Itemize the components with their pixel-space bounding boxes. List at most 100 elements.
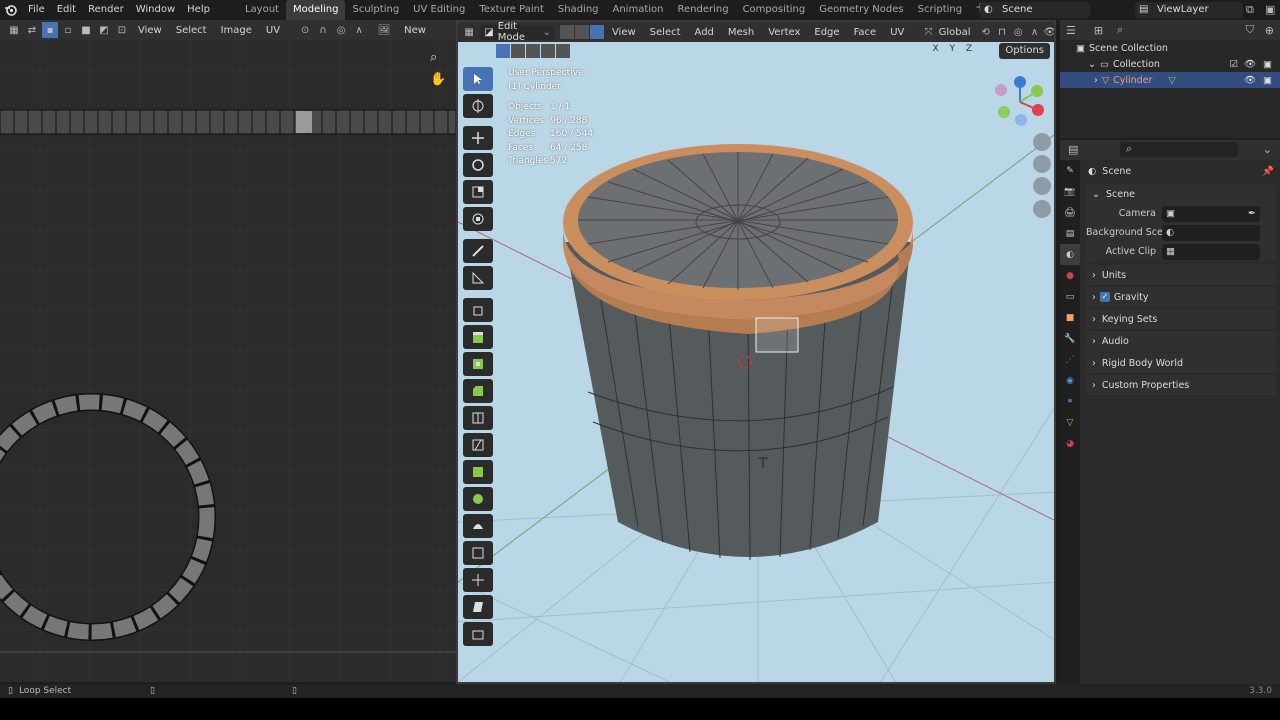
select-new-icon[interactable] bbox=[496, 44, 510, 58]
add-cube-tool-icon[interactable] bbox=[463, 298, 493, 322]
scale-tool-icon[interactable] bbox=[463, 180, 493, 204]
properties-editor[interactable]: ▤ ⌕ ⌄ ✎ 📷 🖨 ▤ ◐ ● ▭ ■ 🔧 ⋰ ◉ ⚭ ▽ ◕ ◐ Scen… bbox=[1060, 140, 1280, 684]
extrude-region-tool-icon[interactable] bbox=[463, 325, 493, 349]
mirror-axis-toggles[interactable]: X Y Z bbox=[932, 44, 976, 54]
vp-menu-edge[interactable]: Edge bbox=[807, 27, 846, 38]
tab-geometry-nodes[interactable]: Geometry Nodes bbox=[812, 0, 910, 20]
menu-edit[interactable]: Edit bbox=[51, 0, 82, 20]
uv-island-select-icon[interactable]: ◩ bbox=[96, 22, 112, 38]
vertex-select-icon[interactable] bbox=[559, 25, 574, 39]
sticky-select-icon[interactable]: ⊡ bbox=[114, 22, 130, 38]
new-collection-icon[interactable]: ⊕ bbox=[1265, 24, 1274, 37]
uv-menu-select[interactable]: Select bbox=[169, 25, 214, 36]
knife-tool-icon[interactable] bbox=[463, 433, 493, 457]
audio-panel[interactable]: › Audio bbox=[1086, 331, 1276, 351]
remove-view-layer-icon[interactable]: ▣ bbox=[1265, 3, 1275, 16]
editor-type-icon[interactable]: ▦ bbox=[6, 22, 22, 38]
tab-rendering[interactable]: Rendering bbox=[670, 0, 735, 20]
world-tab-icon[interactable]: ● bbox=[1060, 265, 1080, 286]
expand-arrow-icon[interactable]: ⌄ bbox=[1088, 59, 1096, 70]
tab-layout[interactable]: Layout bbox=[238, 0, 286, 20]
mode-dropdown[interactable]: ◪ Edit Mode ⌄ bbox=[480, 22, 554, 43]
material-tab-icon[interactable]: ◕ bbox=[1060, 433, 1080, 454]
outliner-row-cylinder[interactable]: › ▽ Cylinder ▽ 👁 ▣ bbox=[1060, 72, 1280, 88]
camera-field[interactable]: ▣ ✒ bbox=[1162, 205, 1260, 222]
tool-tab-icon[interactable]: ✎ bbox=[1060, 160, 1080, 181]
viewport-visibility-icon[interactable]: 👁 bbox=[1043, 24, 1055, 40]
measure-tool-icon[interactable] bbox=[463, 266, 493, 290]
tab-shading[interactable]: Shading bbox=[551, 0, 606, 20]
vp-menu-mesh[interactable]: Mesh bbox=[721, 27, 761, 38]
scene-panel-header[interactable]: ⌄ Scene bbox=[1086, 184, 1276, 204]
new-view-layer-icon[interactable]: ⧉ bbox=[1246, 3, 1254, 17]
new-image-button[interactable]: New bbox=[397, 25, 433, 36]
vp-menu-select[interactable]: Select bbox=[643, 27, 688, 38]
pivot-icon[interactable]: ⊙ bbox=[297, 22, 313, 38]
exclude-checkbox-icon[interactable]: ☑ bbox=[1229, 59, 1238, 70]
uv-face-select-icon[interactable]: ■ bbox=[78, 22, 94, 38]
sync-selection-icon[interactable]: ⇄ bbox=[24, 22, 40, 38]
inset-faces-tool-icon[interactable] bbox=[463, 352, 493, 376]
outliner[interactable]: ☰ ⊞ ⌕ ⛉ ⊕ ▣ Scene Collection ⌄ ▭ Collect… bbox=[1060, 20, 1280, 138]
face-select-icon[interactable] bbox=[589, 25, 604, 39]
properties-search-input[interactable]: ⌕ bbox=[1120, 142, 1238, 157]
view-layer-selector[interactable]: ▤ ViewLayer bbox=[1135, 2, 1243, 18]
gravity-panel[interactable]: › ✓ Gravity bbox=[1086, 287, 1276, 307]
proportional-edit-icon[interactable]: ◎ bbox=[333, 22, 349, 38]
tab-uv-editing[interactable]: UV Editing bbox=[406, 0, 472, 20]
object-visibility-eye-icon[interactable]: 👁 bbox=[1244, 75, 1256, 86]
keying-sets-panel[interactable]: › Keying Sets bbox=[1086, 309, 1276, 329]
smooth-tool-icon[interactable] bbox=[463, 514, 493, 538]
units-panel[interactable]: › Units bbox=[1086, 265, 1276, 285]
select-invert-icon[interactable] bbox=[541, 44, 555, 58]
vp-menu-face[interactable]: Face bbox=[847, 27, 884, 38]
edge-slide-tool-icon[interactable] bbox=[463, 541, 493, 565]
uv-canvas[interactable] bbox=[0, 40, 456, 680]
pin-icon[interactable]: 📌 bbox=[1262, 166, 1274, 177]
viewport-editor-type-icon[interactable]: ▦ bbox=[462, 24, 476, 40]
uv-menu-uv[interactable]: UV bbox=[259, 25, 287, 36]
3d-viewport[interactable]: ▦ ◪ Edit Mode ⌄ View Select Add Mesh Ver… bbox=[456, 20, 1056, 684]
vp-menu-uv[interactable]: UV bbox=[883, 27, 911, 38]
uv-menu-image[interactable]: Image bbox=[214, 25, 259, 36]
eyedropper-icon[interactable]: ✒ bbox=[1248, 208, 1256, 219]
properties-editor-type-icon[interactable]: ▤ bbox=[1068, 143, 1078, 156]
render-tab-icon[interactable]: 📷 bbox=[1060, 181, 1080, 202]
bevel-tool-icon[interactable] bbox=[463, 379, 493, 403]
tab-modeling[interactable]: Modeling bbox=[285, 0, 346, 20]
move-tool-icon[interactable] bbox=[463, 126, 493, 150]
pan-hand-icon[interactable]: ✋ bbox=[430, 72, 446, 87]
edge-select-icon[interactable] bbox=[574, 25, 589, 39]
object-render-camera-icon[interactable]: ▣ bbox=[1263, 75, 1272, 86]
collection-tab-icon[interactable]: ▭ bbox=[1060, 286, 1080, 307]
active-clip-field[interactable]: ▦ bbox=[1162, 243, 1260, 260]
falloff-icon[interactable]: ∧ bbox=[351, 22, 367, 38]
menu-file[interactable]: File bbox=[22, 0, 51, 20]
menu-render[interactable]: Render bbox=[82, 0, 130, 20]
scene-selector[interactable]: ◐ Scene bbox=[980, 2, 1090, 18]
blender-logo-icon[interactable] bbox=[0, 0, 22, 20]
filter-icon[interactable]: ⛉ bbox=[1246, 23, 1254, 37]
select-subtract-icon[interactable] bbox=[526, 44, 540, 58]
vp-menu-view[interactable]: View bbox=[605, 27, 643, 38]
modifiers-tab-icon[interactable]: 🔧 bbox=[1060, 328, 1080, 349]
transform-tool-icon[interactable] bbox=[463, 207, 493, 231]
gravity-checkbox[interactable]: ✓ bbox=[1099, 292, 1110, 302]
constraints-tab-icon[interactable]: ⚭ bbox=[1060, 391, 1080, 412]
poly-build-tool-icon[interactable] bbox=[463, 460, 493, 484]
select-extend-icon[interactable] bbox=[511, 44, 525, 58]
uv-menu-view[interactable]: View bbox=[131, 25, 169, 36]
pivot-point-icon[interactable]: ⟲ bbox=[979, 24, 993, 40]
outliner-row-collection[interactable]: ⌄ ▭ Collection ☑ 👁 ▣ bbox=[1060, 56, 1280, 72]
outliner-row-scene-collection[interactable]: ▣ Scene Collection bbox=[1060, 40, 1280, 56]
annotate-tool-icon[interactable] bbox=[463, 239, 493, 263]
proportional-editing-icon[interactable]: ◎ bbox=[1011, 24, 1025, 40]
visibility-eye-icon[interactable]: 👁 bbox=[1244, 59, 1256, 70]
custom-properties-panel[interactable]: › Custom Properties bbox=[1086, 375, 1276, 395]
rip-region-tool-icon[interactable] bbox=[463, 622, 493, 646]
rotate-tool-icon[interactable] bbox=[463, 153, 493, 177]
uv-vertex-select-icon[interactable]: ▪ bbox=[42, 22, 58, 38]
view-layer-tab-icon[interactable]: ▤ bbox=[1060, 223, 1080, 244]
display-mode-icon[interactable]: ⊞ bbox=[1094, 24, 1103, 37]
tab-compositing[interactable]: Compositing bbox=[736, 0, 813, 20]
